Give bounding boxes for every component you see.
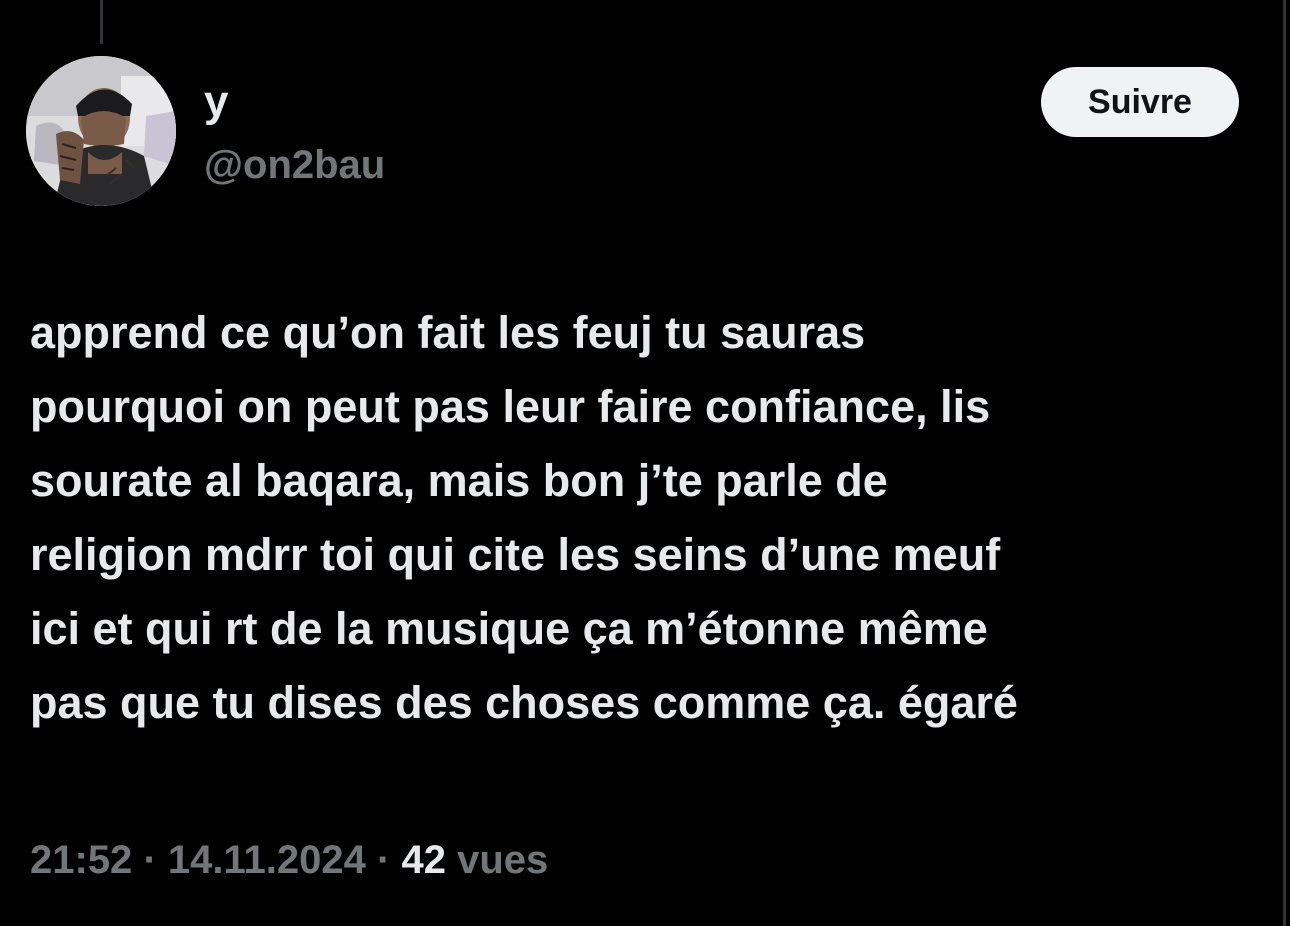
meta-separator: · (143, 838, 157, 882)
avatar-photo-icon (26, 56, 176, 206)
tweet-meta: 21:52 · 14.11.2024 · 42 vues (30, 832, 548, 888)
tweet-text-line: pas que tu dises des choses comme ça. ég… (30, 677, 1018, 728)
tweet-text-line: religion mdrr toi qui cite les seins d’u… (30, 529, 1001, 580)
meta-separator: · (377, 838, 391, 882)
tweet-date[interactable]: 14.11.2024 (168, 838, 366, 882)
tweet-text-line: sourate al baqara, mais bon j’te parle d… (30, 455, 888, 506)
author-display-name[interactable]: y (204, 74, 228, 130)
views-label: vues (457, 838, 549, 882)
views-count[interactable]: 42 (401, 838, 446, 882)
tweet-text-line: apprend ce qu’on fait les feuj tu sauras (30, 307, 866, 358)
scrollbar-edge (1283, 0, 1286, 926)
tweet-text: apprend ce qu’on fait les feuj tu sauras… (30, 296, 1266, 740)
tweet-text-line: pourquoi on peut pas leur faire confianc… (30, 381, 991, 432)
thread-connector-line (100, 0, 103, 44)
author-handle[interactable]: @on2bau (204, 138, 385, 192)
follow-button[interactable]: Suivre (1041, 67, 1239, 137)
avatar[interactable] (26, 56, 176, 206)
tweet-time[interactable]: 21:52 (30, 838, 132, 882)
tweet-text-line: ici et qui rt de la musique ça m’étonne … (30, 603, 988, 654)
